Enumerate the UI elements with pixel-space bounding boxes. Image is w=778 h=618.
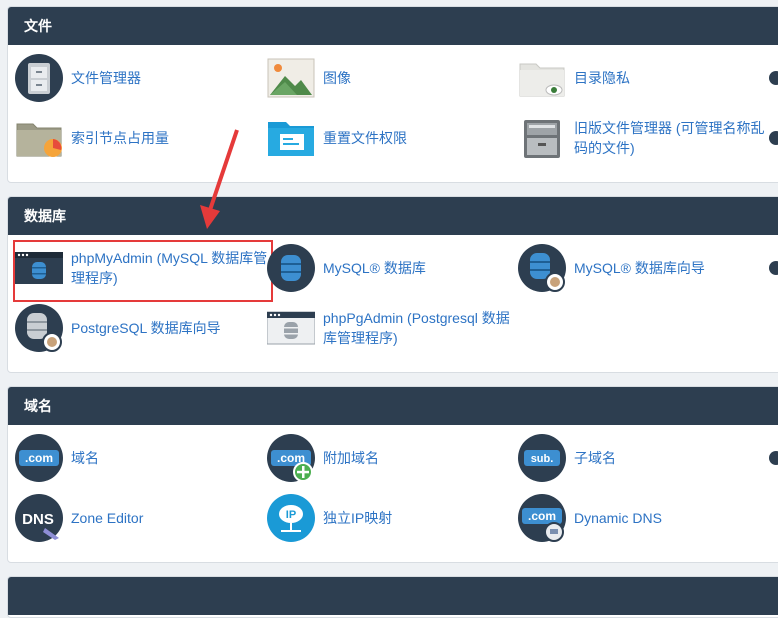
legacy-file-manager-label: 旧版文件管理器 (可管理名称乱码的文件) (574, 120, 765, 156)
domains-label: 域名 (71, 450, 99, 466)
addon-domains-label: 附加域名 (323, 450, 379, 466)
ip-badge-text: IP (286, 509, 296, 521)
reset-permissions-link[interactable]: 重置文件权限 (267, 114, 407, 162)
mysql-databases-label: MySQL® 数据库 (323, 260, 426, 276)
file-manager-label: 文件管理器 (71, 70, 141, 86)
addon-domains-link[interactable]: .com 附加域名 (267, 434, 379, 482)
postgresql-wizard-icon (15, 304, 63, 352)
disk-usage-link[interactable]: 索引节点占用量 (15, 114, 169, 162)
dynamic-dns-icon: .com (518, 494, 566, 542)
disk-usage-icon (15, 114, 63, 162)
directory-privacy-link[interactable]: 目录隐私 (518, 54, 630, 102)
offscreen-icon (769, 71, 778, 85)
next-panel (7, 576, 778, 618)
subdomains-label: 子域名 (574, 450, 616, 466)
image-icon (267, 54, 315, 102)
domains-panel-title: 域名 (8, 387, 778, 425)
dyn-badge-text: .com (528, 509, 556, 523)
legacy-file-manager-link[interactable]: 旧版文件管理器 (可管理名称乱码的文件) (518, 114, 774, 162)
file-cabinet-icon (15, 54, 63, 102)
disk-usage-label: 索引节点占用量 (71, 130, 169, 146)
images-label: 图像 (323, 70, 351, 86)
phppgadmin-link[interactable]: phpPgAdmin (Postgresql 数据库管理程序) (267, 304, 523, 352)
mysql-wizard-link[interactable]: MySQL® 数据库向导 (518, 244, 705, 292)
subdomain-icon: sub. (518, 434, 566, 482)
domains-link[interactable]: .com 域名 (15, 434, 99, 482)
dedicated-ip-link[interactable]: IP 独立IP映射 (267, 494, 392, 542)
dynamic-dns-link[interactable]: .com Dynamic DNS (518, 494, 662, 542)
phpmyadmin-link[interactable]: phpMyAdmin (MySQL 数据库管理程序) (15, 244, 271, 292)
postgresql-wizard-link[interactable]: PostgreSQL 数据库向导 (15, 304, 221, 352)
postgresql-wizard-label: PostgreSQL 数据库向导 (71, 320, 221, 336)
phppgadmin-icon (267, 304, 315, 352)
mysql-databases-link[interactable]: MySQL® 数据库 (267, 244, 426, 292)
mysql-wizard-icon (518, 244, 566, 292)
databases-panel-title: 数据库 (8, 197, 778, 235)
com-badge-text: .com (25, 451, 53, 465)
legacy-file-manager-icon (518, 114, 566, 162)
annotation-arrow (200, 129, 239, 229)
files-panel-title: 文件 (8, 7, 778, 45)
file-manager-link[interactable]: 文件管理器 (15, 54, 141, 102)
directory-privacy-label: 目录隐私 (574, 70, 630, 86)
subdomains-link[interactable]: sub. 子域名 (518, 434, 616, 482)
dns-badge-text: DNS (22, 511, 54, 528)
addon-domain-icon: .com (267, 434, 315, 482)
zone-editor-link[interactable]: DNS Zone Editor (15, 494, 143, 542)
file-permissions-icon (267, 114, 315, 162)
dynamic-dns-label: Dynamic DNS (574, 510, 662, 526)
offscreen-icon (769, 261, 778, 275)
ip-icon: IP (267, 494, 315, 542)
offscreen-icon (769, 131, 778, 145)
mysql-database-icon (267, 244, 315, 292)
images-link[interactable]: 图像 (267, 54, 351, 102)
next-panel-header (8, 577, 778, 615)
dns-zone-icon: DNS (15, 494, 63, 542)
phpmyadmin-label: phpMyAdmin (MySQL 数据库管理程序) (71, 250, 268, 286)
offscreen-icon (769, 451, 778, 465)
com-domain-icon: .com (15, 434, 63, 482)
folder-privacy-icon (518, 54, 566, 102)
phppgadmin-label: phpPgAdmin (Postgresql 数据库管理程序) (323, 310, 510, 346)
dedicated-ip-label: 独立IP映射 (323, 510, 393, 526)
mysql-wizard-label: MySQL® 数据库向导 (574, 260, 705, 276)
sub-badge-text: sub. (531, 453, 554, 465)
phpmyadmin-icon (15, 244, 63, 292)
zone-editor-label: Zone Editor (71, 510, 144, 526)
reset-permissions-label: 重置文件权限 (323, 130, 407, 146)
